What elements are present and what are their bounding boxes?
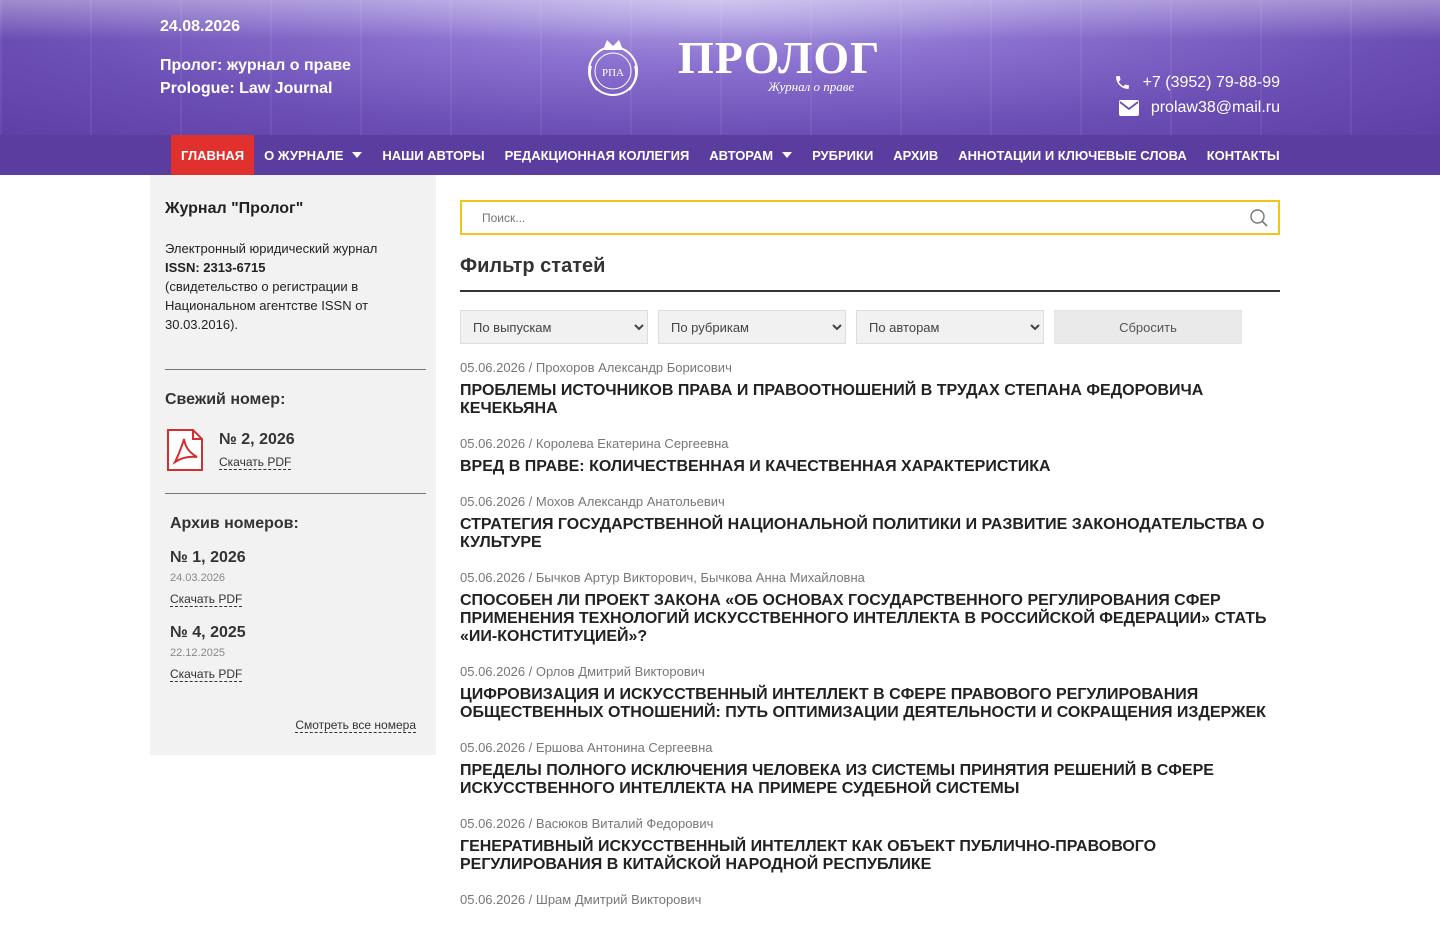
- journal-desc: Электронный юридический журнал: [165, 241, 378, 256]
- nav-item-label: Архив: [893, 147, 939, 163]
- nav-item[interactable]: Архив: [883, 135, 948, 175]
- article-list: 05.06.2026 / Прохоров Александр Борисови…: [460, 360, 1280, 907]
- nav-item-label: Наши авторы: [382, 147, 485, 163]
- header-left: 24.08.2026 Пролог: журнал о праве Prolog…: [160, 18, 351, 98]
- archive-title: Архив номеров:: [170, 515, 299, 532]
- download-pdf-link[interactable]: Скачать PDF: [219, 455, 292, 470]
- article-item: 05.06.2026 / Орлов Дмитрий Викторович Циф…: [460, 664, 1280, 722]
- article-meta: 05.06.2026 / Мохов Александр Анатольевич: [460, 494, 725, 509]
- journal-registration: (свидетельство о регистрации в Националь…: [165, 279, 369, 332]
- caret-down-icon: [352, 152, 363, 158]
- article-meta: 05.06.2026 / Орлов Дмитрий Викторович: [460, 664, 705, 679]
- article-item: 05.06.2026 / Прохоров Александр Борисови…: [460, 360, 1280, 418]
- archive-issue-date: 22.12.2025: [170, 647, 226, 659]
- article-meta: 05.06.2026 / Ершова Антонина Сергеевна: [460, 740, 713, 755]
- seal-icon: РПА: [588, 40, 638, 96]
- filter-by-author[interactable]: По авторам: [856, 310, 1044, 344]
- archive-download-link[interactable]: Скачать PDF: [170, 667, 243, 682]
- article-item: 05.06.2026 / Бычков Артур Викторович, Бы…: [460, 570, 1280, 646]
- fresh-issue: № 2, 2026 Скачать PDF: [165, 429, 426, 471]
- nav-item[interactable]: Редакционная коллегия: [495, 135, 700, 175]
- archive-issue-number: № 1, 2026: [170, 549, 246, 566]
- nav-item-label: Контакты: [1206, 147, 1280, 163]
- article-title-link[interactable]: Генеративный искусственный интеллект как…: [460, 838, 1270, 874]
- sidebar-title: Журнал "Пролог": [165, 200, 304, 217]
- article-filters: По выпускам По рубрикам По авторам Сброс…: [460, 310, 1280, 344]
- nav-item-label: Аннотации и ключевые слова: [958, 147, 1187, 163]
- sidebar-divider: [165, 493, 426, 494]
- phone-icon: [1115, 76, 1129, 89]
- article-title-link[interactable]: Стратегия государственной национальной п…: [460, 516, 1270, 552]
- article-meta: 05.06.2026 / Прохоров Александр Борисови…: [460, 360, 732, 375]
- archive-item: № 1, 2026 24.03.2026 Скачать PDF: [170, 549, 426, 608]
- fresh-issue-number: № 2, 2026: [219, 431, 295, 448]
- site-logo[interactable]: РПА ПРОЛОГ Журнал о праве: [583, 35, 879, 100]
- archive-item: № 4, 2025 22.12.2025 Скачать PDF: [170, 624, 426, 683]
- main-content: Фильтр статей По выпускам По рубрикам По…: [460, 200, 1280, 925]
- all-issues-link[interactable]: Смотреть все номера: [295, 718, 416, 733]
- filter-by-rubric[interactable]: По рубрикам: [658, 310, 846, 344]
- nav-item[interactable]: Рубрики: [802, 135, 883, 175]
- article-meta: 05.06.2026 / Королева Екатерина Сергеевн…: [460, 436, 729, 451]
- logo-tagline: Журнал о праве: [768, 79, 855, 94]
- pdf-icon[interactable]: [165, 429, 205, 471]
- filter-title: Фильтр статей: [460, 255, 1280, 292]
- caret-down-icon: [782, 152, 793, 158]
- email-address: prolaw38@mail.ru: [1150, 98, 1280, 116]
- article-item: 05.06.2026 / Ершова Антонина Сергеевна Пр…: [460, 740, 1280, 798]
- search-icon[interactable]: [1250, 209, 1268, 227]
- article-item: 05.06.2026 / Мохов Александр Анатольевич…: [460, 494, 1280, 552]
- search-bar: [460, 200, 1280, 235]
- nav-item-label: Авторам: [709, 147, 774, 163]
- article-title-link[interactable]: Цифровизация и искусственный интеллект в…: [460, 686, 1270, 722]
- nav-item[interactable]: Наши авторы: [372, 135, 494, 175]
- article-title-link[interactable]: Пределы полного исключения человека из с…: [460, 762, 1270, 798]
- header-contacts: +7 (3952) 79-88-99 prolaw38@mail.ru: [1114, 70, 1280, 120]
- article-title-link[interactable]: Способен ли проект закона «Об основах го…: [460, 592, 1270, 646]
- nav-item-label: О журнале: [264, 147, 344, 163]
- nav-item[interactable]: Аннотации и ключевые слова: [948, 135, 1196, 175]
- sidebar-divider: [165, 369, 426, 370]
- site-header: 24.08.2026 Пролог: журнал о праве Prolog…: [0, 0, 1440, 135]
- article-title-link[interactable]: Проблемы источников права и правоотношен…: [460, 382, 1270, 418]
- archive-issue-date: 24.03.2026: [170, 572, 226, 584]
- reset-filters-button[interactable]: Сбросить: [1054, 310, 1242, 344]
- envelope-icon: [1118, 99, 1139, 116]
- nav-item[interactable]: Главная: [171, 135, 255, 175]
- journal-title-en: Prologue: Law Journal: [160, 80, 333, 97]
- current-date: 24.08.2026: [160, 18, 241, 35]
- article-title-link[interactable]: Вред в праве: количественная и качествен…: [460, 458, 1270, 476]
- email-contact[interactable]: prolaw38@mail.ru: [1114, 95, 1280, 120]
- nav-item[interactable]: Контакты: [1197, 135, 1290, 175]
- phone-number: +7 (3952) 79-88-99: [1142, 73, 1280, 91]
- nav-item-label: Редакционная коллегия: [504, 147, 690, 163]
- journal-info: Электронный юридический журнал ISSN: 231…: [165, 239, 426, 334]
- journal-title-ru: Пролог: журнал о праве: [160, 57, 351, 74]
- archive-download-link[interactable]: Скачать PDF: [170, 592, 243, 607]
- fresh-issue-title: Свежий номер:: [165, 391, 286, 408]
- article-item: 05.06.2026 / Королева Екатерина Сергеевн…: [460, 436, 1280, 476]
- main-nav: Главная О журнале Наши авторы Редакционная …: [0, 135, 1440, 175]
- article-meta: 05.06.2026 / Васюков Виталий Федорович: [460, 816, 714, 831]
- nav-item-label: Главная: [181, 147, 245, 163]
- article-meta: 05.06.2026 / Бычков Артур Викторович, Бы…: [460, 570, 865, 585]
- logo-wordmark: ПРОЛОГ: [678, 32, 881, 83]
- archive-issue-number: № 4, 2025: [170, 624, 246, 641]
- nav-item-label: Рубрики: [812, 147, 874, 163]
- sidebar: Журнал "Пролог" Электронный юридический …: [150, 175, 436, 755]
- phone-contact[interactable]: +7 (3952) 79-88-99: [1114, 70, 1280, 95]
- article-item: 05.06.2026 / Васюков Виталий Федорович Ге…: [460, 816, 1280, 874]
- search-input[interactable]: [462, 202, 1222, 233]
- journal-issn: ISSN: 2313-6715: [165, 260, 266, 275]
- nav-item[interactable]: О журнале: [254, 135, 372, 175]
- filter-by-issue[interactable]: По выпускам: [460, 310, 648, 344]
- nav-item[interactable]: Авторам: [699, 135, 802, 175]
- seal-text: РПА: [602, 67, 624, 79]
